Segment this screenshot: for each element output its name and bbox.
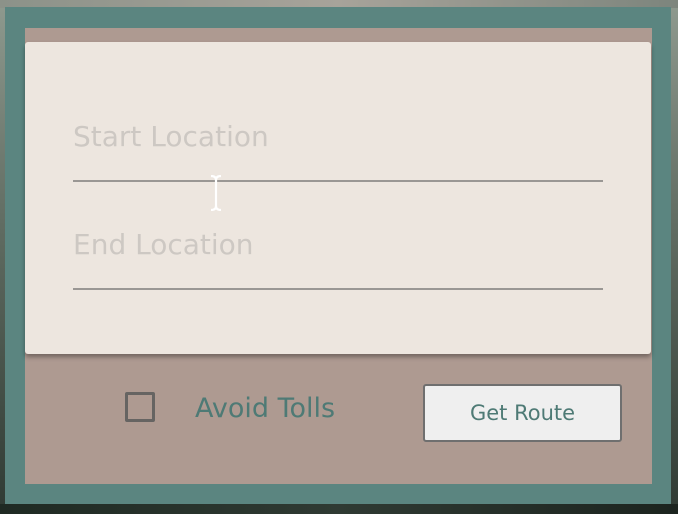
text-cursor-icon — [210, 175, 222, 211]
options-row: Avoid Tolls Get Route — [25, 368, 652, 458]
avoid-tolls-checkbox[interactable] — [125, 392, 155, 422]
start-location-field[interactable]: Start Location — [73, 120, 603, 182]
end-location-underline — [73, 288, 603, 290]
start-location-underline — [73, 180, 603, 182]
start-location-placeholder[interactable]: Start Location — [73, 120, 603, 154]
end-location-field[interactable]: End Location — [73, 228, 603, 290]
avoid-tolls-label[interactable]: Avoid Tolls — [195, 393, 335, 425]
get-route-button[interactable]: Get Route — [423, 384, 622, 442]
end-location-placeholder[interactable]: End Location — [73, 228, 603, 262]
route-window: Start Location End Location Avoid Tolls … — [5, 7, 671, 504]
location-card: Start Location End Location — [25, 42, 651, 354]
background-bottom-edge — [0, 504, 678, 514]
route-form-panel: Start Location End Location Avoid Tolls … — [25, 28, 652, 484]
